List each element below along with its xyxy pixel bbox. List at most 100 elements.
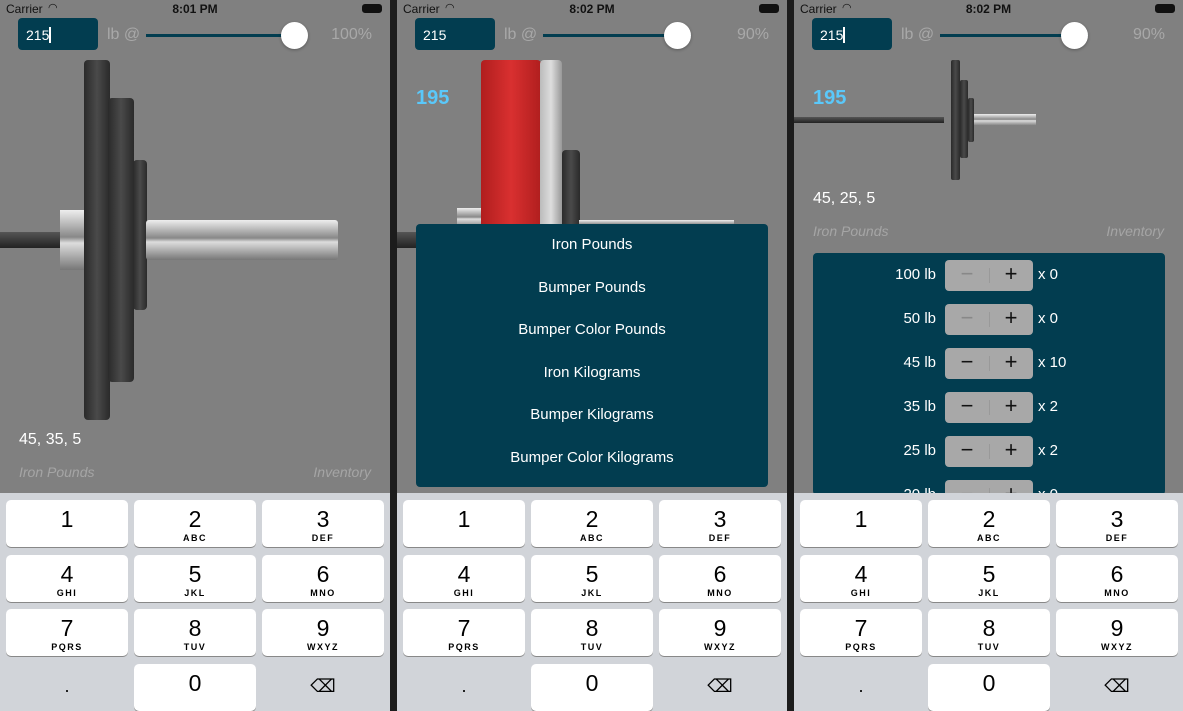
key-letters: JKL (978, 587, 1000, 598)
percent-slider[interactable] (146, 34, 294, 37)
key-8[interactable]: 8 TUV (134, 609, 256, 656)
inventory-link[interactable]: Inventory (1106, 223, 1164, 239)
key-letters: DEF (1105, 533, 1129, 543)
increment-button[interactable]: + (989, 349, 1033, 375)
quantity-stepper[interactable]: − + (945, 304, 1033, 335)
increment-button[interactable]: + (989, 437, 1033, 463)
key-8[interactable]: 8 TUV (531, 609, 653, 656)
menu-item-iron-pounds[interactable]: Iron Pounds (416, 224, 768, 267)
plate-set-selector[interactable]: Iron Pounds (19, 464, 95, 480)
key-letters: DEF (708, 533, 732, 543)
key-label: ⌫ (310, 675, 336, 696)
key-9[interactable]: 9 WXYZ (262, 609, 384, 656)
percent-label: 90% (1132, 26, 1165, 43)
key-label: 5 (982, 560, 996, 587)
slider-thumb[interactable] (1061, 22, 1088, 49)
backspace-key[interactable]: ⌫ (659, 664, 781, 711)
decrement-button[interactable]: − (945, 305, 989, 331)
decrement-button[interactable]: − (945, 349, 989, 375)
key-0[interactable]: 0 (134, 663, 256, 711)
weight-input[interactable]: 215 (812, 18, 892, 50)
quantity-stepper[interactable]: − + (945, 348, 1033, 379)
plate-weight: 100 lb (895, 266, 936, 283)
plate-set-selector[interactable]: Iron Pounds (813, 223, 889, 239)
key-letters: WXYZ (704, 642, 736, 652)
menu-item-bumper-kilograms[interactable]: Bumper Kilograms (416, 394, 768, 437)
key-5[interactable]: 5 JKL (134, 554, 256, 602)
key-7[interactable]: 7 PQRS (403, 609, 525, 656)
key-letters: TUV (183, 642, 207, 652)
quantity-stepper[interactable]: − + (945, 260, 1033, 291)
decimal-key[interactable]: . (6, 664, 128, 711)
key-label: . (858, 675, 864, 696)
key-letters: GHI (850, 587, 872, 598)
decimal-key[interactable]: . (403, 664, 525, 711)
weight-input[interactable]: 215 (415, 18, 495, 50)
key-9[interactable]: 9 WXYZ (659, 609, 781, 656)
key-label: . (64, 675, 70, 696)
key-6[interactable]: 6 MNO (659, 554, 781, 602)
key-5[interactable]: 5 JKL (531, 554, 653, 602)
key-4[interactable]: 4 GHI (800, 554, 922, 602)
key-4[interactable]: 4 GHI (403, 554, 525, 602)
unit-label: lb @ (504, 26, 538, 43)
key-3[interactable]: 3 DEF (262, 500, 384, 547)
inventory-row: 45 lb − + x 10 (813, 348, 1165, 380)
key-label: 3 (316, 506, 330, 532)
key-6[interactable]: 6 MNO (262, 554, 384, 602)
backspace-key[interactable]: ⌫ (262, 664, 384, 711)
key-1[interactable]: 1 (800, 500, 922, 547)
decimal-key[interactable]: . (800, 664, 922, 711)
increment-button[interactable]: + (989, 261, 1033, 287)
plate-set-menu: Iron Pounds Bumper Pounds Bumper Color P… (416, 224, 768, 487)
menu-item-bumper-pounds[interactable]: Bumper Pounds (416, 267, 768, 310)
key-2[interactable]: 2 ABC (928, 500, 1050, 547)
status-bar: Carrier ◠ 8:02 PM (397, 0, 787, 18)
battery-icon (362, 4, 382, 13)
key-0[interactable]: 0 (531, 663, 653, 711)
key-2[interactable]: 2 ABC (134, 500, 256, 547)
key-label: 1 (854, 506, 868, 532)
key-1[interactable]: 1 (403, 500, 525, 547)
key-6[interactable]: 6 MNO (1056, 554, 1178, 602)
status-bar: Carrier ◠ 8:01 PM (0, 0, 390, 18)
key-letters: PQRS (51, 642, 83, 652)
menu-item-bumper-color-pounds[interactable]: Bumper Color Pounds (416, 309, 768, 352)
key-label: 1 (457, 506, 471, 532)
weight-input[interactable]: 215 (18, 18, 98, 50)
key-letters: ABC (580, 533, 604, 543)
key-7[interactable]: 7 PQRS (800, 609, 922, 656)
key-5[interactable]: 5 JKL (928, 554, 1050, 602)
key-label: . (461, 675, 467, 696)
menu-item-iron-kilograms[interactable]: Iron Kilograms (416, 352, 768, 395)
menu-item-bumper-color-kilograms[interactable]: Bumper Color Kilograms (416, 437, 768, 480)
decrement-button[interactable]: − (945, 393, 989, 419)
key-9[interactable]: 9 WXYZ (1056, 609, 1178, 656)
key-2[interactable]: 2 ABC (531, 500, 653, 547)
key-letters: TUV (977, 642, 1001, 652)
key-letters: MNO (310, 587, 336, 598)
quantity-stepper[interactable]: − + (945, 392, 1033, 423)
key-8[interactable]: 8 TUV (928, 609, 1050, 656)
key-3[interactable]: 3 DEF (1056, 500, 1178, 547)
unit-label: lb @ (107, 26, 141, 43)
slider-thumb[interactable] (281, 22, 308, 49)
decrement-button[interactable]: − (945, 261, 989, 287)
plate-count: x 0 (1038, 310, 1059, 327)
increment-button[interactable]: + (989, 305, 1033, 331)
slider-thumb[interactable] (664, 22, 691, 49)
key-3[interactable]: 3 DEF (659, 500, 781, 547)
key-1[interactable]: 1 (6, 500, 128, 547)
screen-3: Carrier ◠ 8:02 PM 215 lb @ 90% 195 45, 2… (794, 0, 1183, 711)
key-0[interactable]: 0 (928, 663, 1050, 711)
inventory-link[interactable]: Inventory (313, 464, 371, 480)
plate-count: x 0 (1038, 266, 1059, 283)
increment-button[interactable]: + (989, 393, 1033, 419)
backspace-key[interactable]: ⌫ (1056, 664, 1178, 711)
key-label: ⌫ (1104, 675, 1130, 696)
decrement-button[interactable]: − (945, 437, 989, 463)
quantity-stepper[interactable]: − + (945, 436, 1033, 467)
key-7[interactable]: 7 PQRS (6, 609, 128, 656)
key-4[interactable]: 4 GHI (6, 554, 128, 602)
percent-label: 100% (331, 26, 372, 43)
